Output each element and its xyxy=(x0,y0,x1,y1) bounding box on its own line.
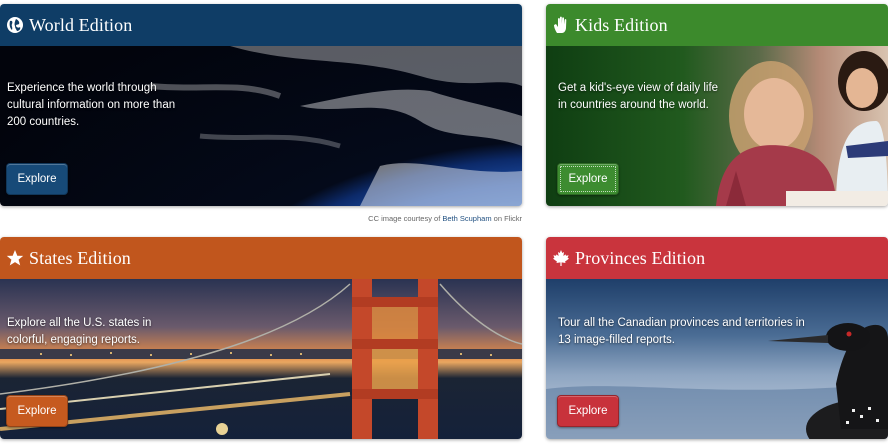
bridge-photo xyxy=(0,279,522,439)
states-edition-image: Explore all the U.S. states in colorful,… xyxy=(0,279,522,439)
kids-edition-header[interactable]: Kids Edition xyxy=(546,4,888,46)
provinces-edition-description: Tour all the Canadian provinces and terr… xyxy=(558,317,805,346)
world-edition-header[interactable]: World Edition xyxy=(0,4,522,46)
kids-explore-button[interactable]: Explore xyxy=(557,163,619,195)
image-credit: CC image courtesy of Beth Scupham on Fli… xyxy=(368,214,522,223)
world-edition-image: Experience the world through cultural in… xyxy=(0,46,522,206)
provinces-edition-header[interactable]: Provinces Edition xyxy=(546,237,888,279)
states-edition-card[interactable]: States Edition Explore all the U.S. stat… xyxy=(0,237,522,439)
kids-edition-image: Get a kid's-eye view of daily life in co… xyxy=(546,46,888,206)
credit-author-link[interactable]: Beth Scupham xyxy=(442,214,491,223)
states-edition-title: States Edition xyxy=(29,247,131,268)
provinces-explore-button[interactable]: Explore xyxy=(557,395,619,427)
globe-icon xyxy=(6,16,24,34)
states-edition-header[interactable]: States Edition xyxy=(0,237,522,279)
states-edition-description: Explore all the U.S. states in colorful,… xyxy=(7,317,152,346)
world-explore-button[interactable]: Explore xyxy=(6,163,68,195)
kids-edition-card[interactable]: Kids Edition Get a kid's-eye view of dai… xyxy=(546,4,888,206)
provinces-edition-card[interactable]: Provinces Edition Tour all the Canadian … xyxy=(546,237,888,439)
kids-edition-title: Kids Edition xyxy=(575,14,668,35)
provinces-edition-title: Provinces Edition xyxy=(575,247,706,268)
world-edition-description: Experience the world through cultural in… xyxy=(7,82,176,128)
provinces-edition-image: Tour all the Canadian provinces and terr… xyxy=(546,279,888,439)
states-explore-button[interactable]: Explore xyxy=(6,395,68,427)
star-icon xyxy=(6,249,24,267)
world-edition-card[interactable]: World Edition Experience the world throu… xyxy=(0,4,522,206)
world-edition-title: World Edition xyxy=(29,14,133,35)
kids-edition-description: Get a kid's-eye view of daily life in co… xyxy=(558,82,719,111)
maple-leaf-icon xyxy=(552,249,570,267)
hand-icon xyxy=(552,16,570,34)
